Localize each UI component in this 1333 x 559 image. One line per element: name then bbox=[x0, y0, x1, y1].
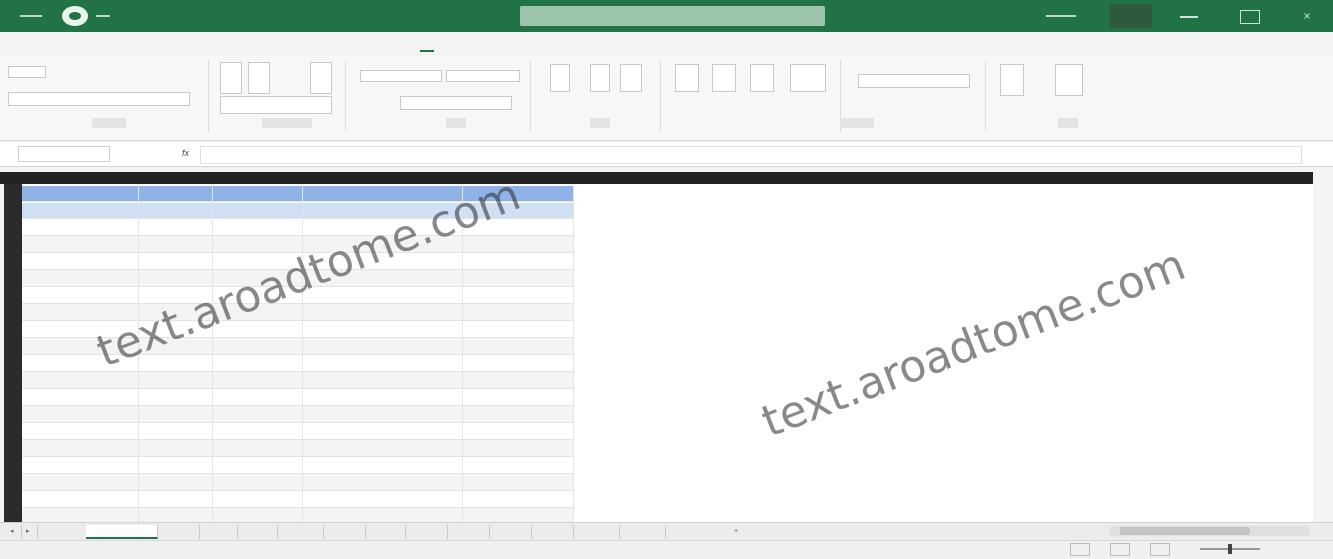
headings-toggle[interactable] bbox=[400, 96, 512, 110]
show-options[interactable] bbox=[360, 70, 442, 82]
divider bbox=[660, 60, 661, 132]
clipboard-control[interactable] bbox=[8, 66, 46, 78]
grid-line bbox=[22, 456, 573, 457]
tab-scroll-left[interactable]: ◂ bbox=[6, 525, 22, 539]
zoom-button[interactable] bbox=[550, 64, 570, 92]
page-layout-controls[interactable] bbox=[220, 96, 332, 114]
table-row bbox=[22, 405, 573, 422]
split-hide-buttons[interactable] bbox=[790, 64, 826, 92]
sheet-tab[interactable] bbox=[326, 525, 366, 539]
table-row bbox=[22, 371, 573, 388]
table-row bbox=[22, 439, 573, 456]
font-controls[interactable] bbox=[8, 92, 190, 106]
tab-data[interactable] bbox=[314, 38, 332, 50]
custom-views-button[interactable] bbox=[310, 62, 332, 94]
grid-line bbox=[22, 422, 573, 423]
tab-page-layout[interactable] bbox=[160, 38, 212, 50]
maximize-icon[interactable] bbox=[1240, 10, 1260, 24]
page-break-view-icon[interactable] bbox=[1150, 543, 1170, 556]
status-bar bbox=[0, 540, 1333, 559]
sheet-tab[interactable] bbox=[622, 525, 666, 539]
row-header bbox=[4, 184, 22, 522]
sheet-tab[interactable] bbox=[408, 525, 448, 539]
sheet-tab[interactable] bbox=[534, 525, 574, 539]
spreadsheet-grid[interactable] bbox=[22, 184, 1313, 524]
title-bar-text bbox=[1046, 15, 1076, 17]
search-box[interactable] bbox=[520, 6, 825, 26]
tab-review[interactable] bbox=[360, 38, 384, 50]
tab-home[interactable] bbox=[60, 38, 86, 50]
divider bbox=[985, 60, 986, 132]
divider bbox=[530, 60, 531, 132]
grid-line bbox=[22, 405, 573, 406]
sheet-tab[interactable] bbox=[280, 525, 324, 539]
workbook-view-button[interactable] bbox=[220, 62, 242, 94]
grid-line bbox=[22, 388, 573, 389]
arrange-all-button[interactable] bbox=[712, 64, 736, 92]
macros-button[interactable] bbox=[1055, 64, 1083, 96]
group-label bbox=[840, 118, 874, 128]
normal-view-icon[interactable] bbox=[1070, 543, 1090, 556]
title-bar-text bbox=[20, 15, 42, 17]
new-sheet-icon[interactable]: + bbox=[730, 525, 748, 539]
group-label bbox=[92, 118, 126, 128]
tab-insert[interactable] bbox=[112, 38, 130, 50]
grid-line bbox=[22, 371, 573, 372]
title-bar-text bbox=[96, 15, 110, 17]
sheet-tab[interactable] bbox=[240, 525, 278, 539]
group-label bbox=[262, 118, 312, 128]
group-label bbox=[1058, 118, 1078, 128]
formula-input[interactable] bbox=[200, 146, 1302, 164]
minimize-icon[interactable] bbox=[1180, 10, 1198, 18]
grid-line bbox=[573, 184, 574, 522]
sheet-tab[interactable] bbox=[86, 525, 158, 539]
page-break-button[interactable] bbox=[248, 62, 270, 94]
name-box[interactable] bbox=[18, 146, 110, 162]
share-button[interactable] bbox=[1268, 38, 1312, 50]
grid-line bbox=[22, 473, 573, 474]
tab-scroll-right[interactable]: ▸ bbox=[22, 525, 38, 539]
sheet-tab[interactable] bbox=[368, 525, 406, 539]
divider bbox=[345, 60, 346, 132]
comments-button[interactable] bbox=[1188, 38, 1250, 50]
zoom-100-button[interactable] bbox=[590, 64, 610, 92]
group-label bbox=[590, 118, 610, 128]
sheet-tab[interactable] bbox=[492, 525, 532, 539]
formula-bar-toggle[interactable] bbox=[446, 70, 520, 82]
tab-file[interactable] bbox=[22, 38, 32, 50]
zoom-slider-thumb[interactable] bbox=[1228, 544, 1232, 554]
freeze-panes-button[interactable] bbox=[750, 64, 774, 92]
table-row bbox=[22, 473, 573, 490]
sheet-tab[interactable] bbox=[160, 525, 200, 539]
close-icon[interactable]: × bbox=[1298, 10, 1316, 22]
tab-view[interactable] bbox=[420, 38, 434, 52]
page-layout-view-icon[interactable] bbox=[1110, 543, 1130, 556]
table-row bbox=[22, 303, 573, 320]
grid-line bbox=[22, 235, 573, 236]
divider bbox=[208, 60, 209, 132]
sheet-tab[interactable] bbox=[202, 525, 238, 539]
excel-logo-icon bbox=[62, 6, 88, 26]
grid-line bbox=[22, 320, 573, 321]
column-header bbox=[0, 172, 1313, 184]
scrollbar-thumb[interactable] bbox=[1120, 527, 1250, 535]
sheet-tab[interactable] bbox=[450, 525, 490, 539]
grid-line bbox=[22, 507, 573, 508]
fx-icon[interactable]: fx bbox=[182, 148, 189, 158]
sheet-tab[interactable] bbox=[576, 525, 620, 539]
group-label bbox=[446, 118, 466, 128]
avatar[interactable] bbox=[1110, 4, 1152, 28]
ribbon bbox=[0, 56, 1333, 141]
tab-formulas[interactable] bbox=[242, 38, 282, 50]
grid-line bbox=[22, 490, 573, 491]
zoom-selection-button[interactable] bbox=[620, 64, 642, 92]
switch-windows-button[interactable] bbox=[1000, 64, 1024, 96]
menu-bar bbox=[0, 32, 1333, 56]
view-side-by-side[interactable] bbox=[858, 74, 970, 88]
grid-line bbox=[22, 439, 573, 440]
tab-help[interactable] bbox=[458, 38, 486, 50]
new-window-button[interactable] bbox=[675, 64, 699, 92]
